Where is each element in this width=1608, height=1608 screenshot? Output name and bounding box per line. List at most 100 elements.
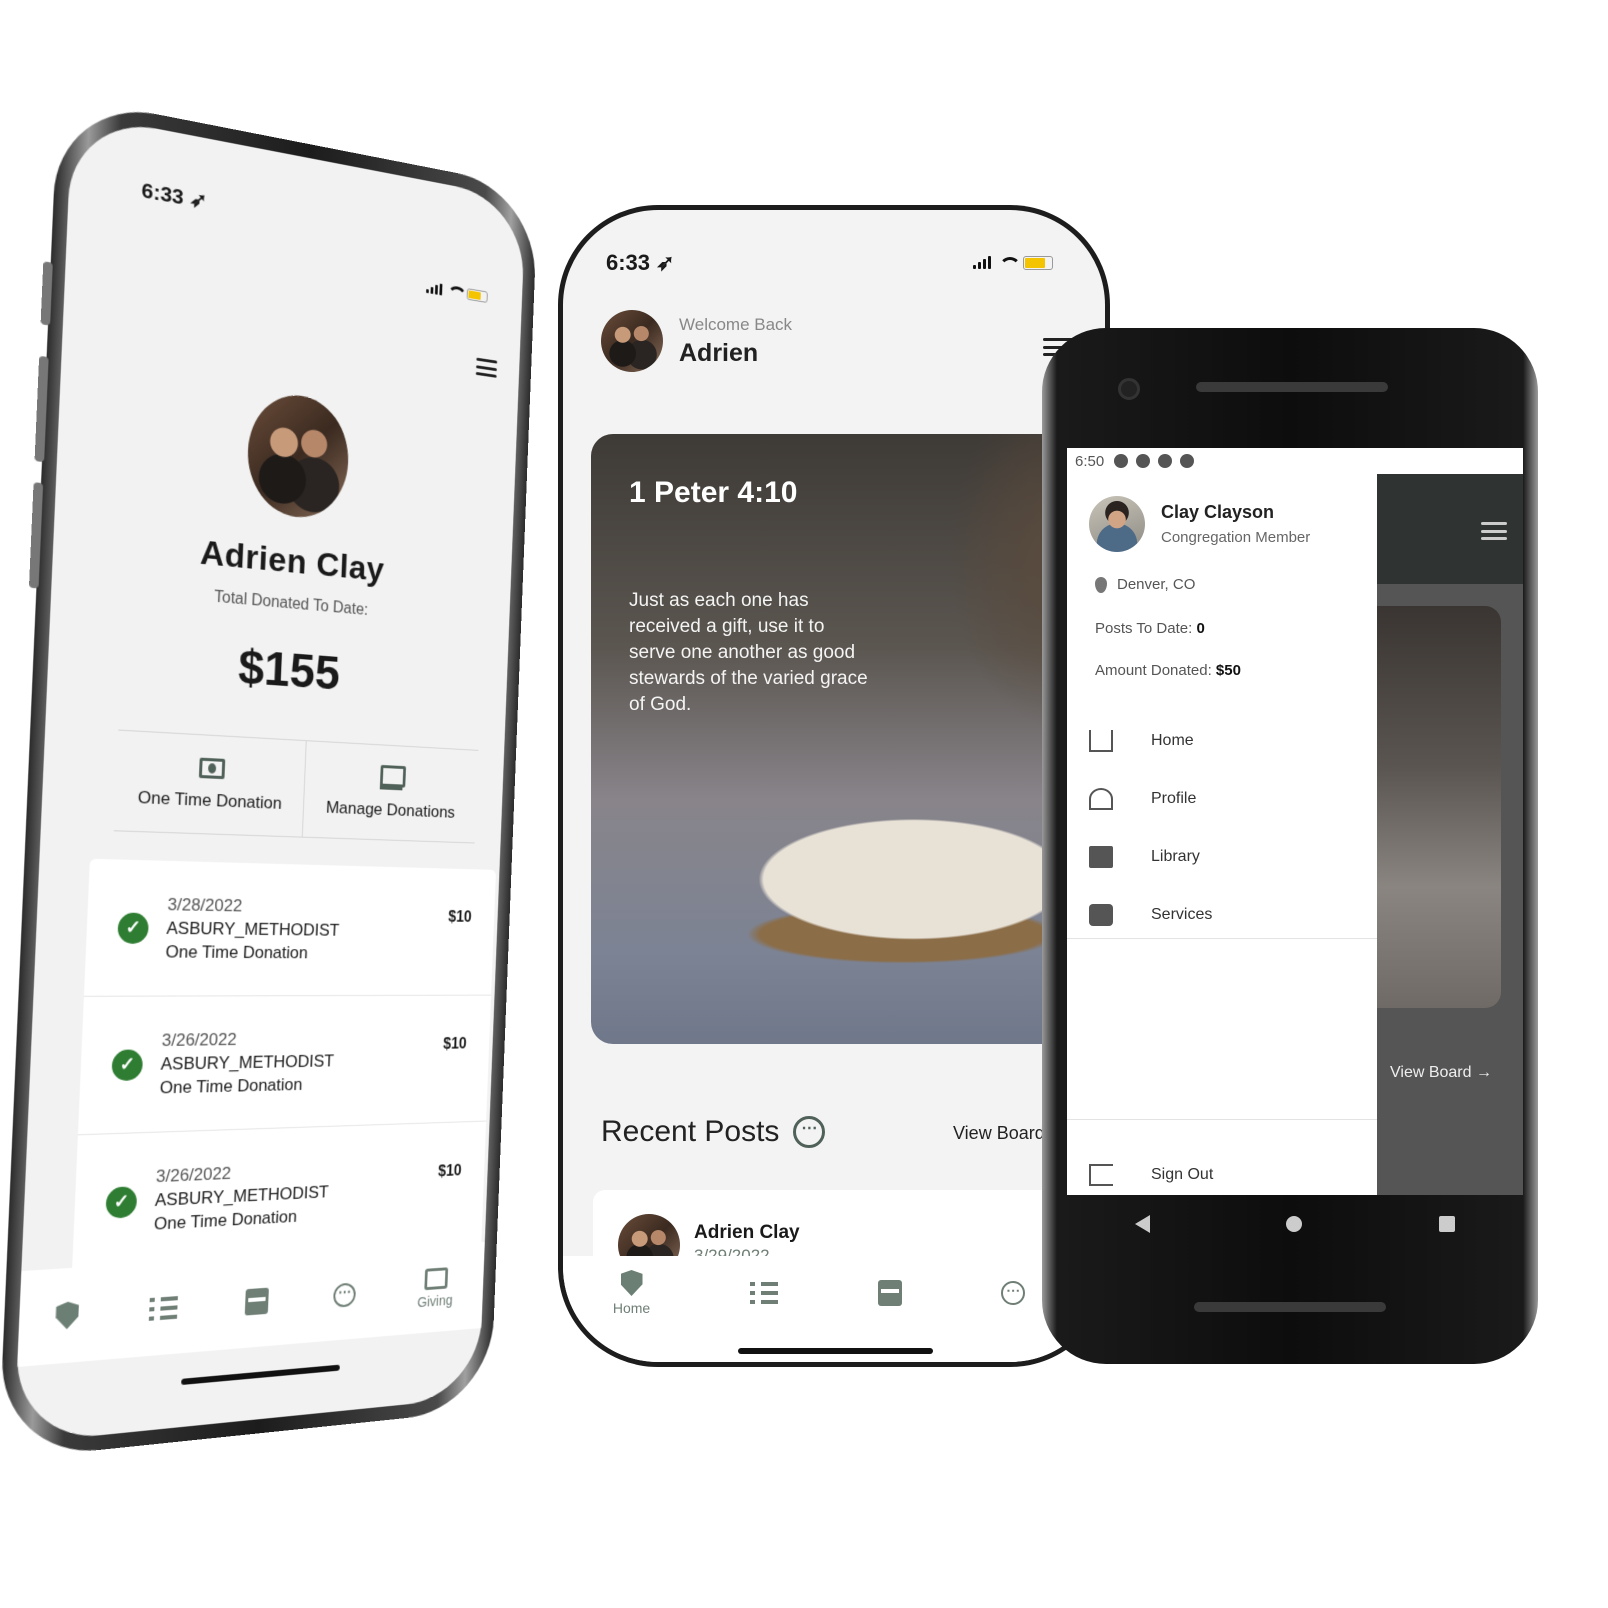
services-icon	[1089, 904, 1113, 926]
status-time: 6:33 ➶	[141, 178, 208, 215]
shield-cross-icon	[55, 1301, 79, 1330]
home-icon	[1089, 730, 1113, 752]
avatar[interactable]	[601, 310, 663, 372]
menu-item-label: Profile	[1151, 790, 1196, 808]
menu-item-home[interactable]: Home	[1067, 712, 1377, 770]
tab-bar-items: Home ⋯	[563, 1270, 1105, 1316]
donation-date: 3/28/2022	[167, 893, 341, 919]
check-icon: ✓	[111, 1049, 143, 1081]
donated-stat: Amount Donated: $50	[1095, 662, 1241, 679]
signal-icon	[973, 257, 991, 269]
status-icons	[426, 281, 488, 303]
tab-posts[interactable]: ⋯	[1001, 1281, 1025, 1305]
donation-church: ASBURY_METHODIST	[160, 1049, 334, 1075]
home-indicator[interactable]	[738, 1348, 933, 1354]
sign-out-section: Sign Out	[1067, 1146, 1377, 1195]
list-icon	[149, 1296, 178, 1321]
location-arrow-icon: ➶	[189, 187, 207, 213]
front-camera	[1118, 378, 1140, 400]
one-time-donation-button[interactable]: One Time Donation	[114, 731, 305, 837]
battery-icon	[467, 288, 488, 303]
avatar	[1089, 496, 1145, 552]
battery-icon	[1023, 256, 1053, 270]
screen: 6:33 ➶ Welcome Back Adrien 1 Peter 4:10 …	[563, 210, 1105, 1362]
tab-home[interactable]: Home	[613, 1270, 650, 1316]
donation-amount: $10	[443, 1036, 467, 1054]
giving-icon	[424, 1267, 448, 1290]
welcome-label: Welcome Back	[679, 315, 792, 335]
shield-cross-icon	[621, 1270, 643, 1296]
menu-item-label: Home	[1151, 732, 1194, 750]
tab-feed[interactable]	[149, 1296, 178, 1321]
status-time: 6:50	[1075, 453, 1104, 470]
home-button-icon[interactable]	[1286, 1216, 1302, 1232]
home-indicator[interactable]	[181, 1365, 340, 1385]
menu-icon[interactable]	[476, 358, 497, 378]
notification-icons	[1114, 454, 1194, 468]
tab-posts[interactable]: ⋯	[333, 1282, 356, 1307]
posts-value: 0	[1196, 620, 1204, 637]
earpiece	[1196, 382, 1388, 392]
screen: 6:50 View Board → Clay Clayson Congregat…	[1067, 448, 1523, 1195]
menu-item-library[interactable]: Library	[1067, 828, 1377, 886]
tab-giving-label: Giving	[417, 1292, 453, 1310]
tab-events[interactable]	[878, 1280, 902, 1306]
tab-giving[interactable]: Giving	[417, 1267, 454, 1310]
donation-amount: $10	[448, 909, 472, 927]
location-text: Denver, CO	[1117, 576, 1195, 593]
menu-item-profile[interactable]: Profile	[1067, 770, 1377, 828]
list-item[interactable]: ✓ 3/26/2022 ASBURY_METHODIST One Time Do…	[78, 996, 491, 1136]
tab-events[interactable]	[245, 1288, 269, 1316]
menu-item-services[interactable]: Services	[1067, 886, 1377, 944]
view-board-link: View Board →	[1390, 1064, 1492, 1082]
total-donated-amount: $155	[47, 624, 508, 712]
sign-out-label: Sign Out	[1151, 1166, 1213, 1184]
verse-reference: 1 Peter 4:10	[629, 476, 797, 510]
background-content: View Board →	[1377, 474, 1523, 1195]
donation-actions: One Time Donation Manage Donations	[114, 730, 478, 844]
menu-item-label: Library	[1151, 848, 1200, 866]
menu-item-label: Services	[1151, 906, 1212, 924]
posts-stat: Posts To Date: 0	[1095, 620, 1205, 637]
menu-icon	[1481, 522, 1507, 540]
chat-icon: ⋯	[1001, 1281, 1025, 1305]
one-time-donation-label: One Time Donation	[137, 788, 282, 814]
cash-icon	[199, 758, 225, 780]
user-role: Congregation Member	[1161, 529, 1310, 546]
back-icon[interactable]	[1135, 1215, 1150, 1233]
drawer-header: Clay Clayson Congregation Member	[1089, 496, 1310, 552]
manage-donations-button[interactable]: Manage Donations	[301, 741, 478, 842]
status-time: 6:33 ➶	[606, 250, 675, 276]
library-icon	[1089, 846, 1113, 868]
user-name: Clay Clayson	[1161, 502, 1310, 523]
phone-home: 6:33 ➶ Welcome Back Adrien 1 Peter 4:10 …	[558, 205, 1110, 1367]
view-board-link[interactable]: View Board	[953, 1123, 1045, 1144]
drawer-menu: Home Profile Library Services	[1067, 712, 1377, 944]
signal-icon	[426, 281, 442, 295]
divider	[1067, 938, 1377, 939]
donation-date: 3/26/2022	[161, 1027, 335, 1052]
android-nav-bar	[1067, 1195, 1523, 1253]
recents-icon[interactable]	[1439, 1216, 1455, 1232]
tab-home[interactable]	[55, 1301, 79, 1330]
list-item[interactable]: ✓ 3/28/2022 ASBURY_METHODIST One Time Do…	[84, 859, 496, 997]
user-location: Denver, CO	[1095, 576, 1195, 593]
bottom-speaker	[1194, 1302, 1386, 1312]
wifi-icon	[447, 285, 461, 299]
verse-card[interactable]: 1 Peter 4:10 Just as each one has receiv…	[591, 434, 1105, 1044]
sign-out-icon	[1089, 1164, 1113, 1186]
tab-feed[interactable]	[750, 1282, 778, 1304]
donation-type: One Time Donation	[159, 1072, 333, 1099]
chat-icon: ⋯	[333, 1282, 356, 1307]
sign-out-button[interactable]: Sign Out	[1067, 1146, 1377, 1195]
chat-icon: ⋯	[793, 1116, 825, 1148]
profile-summary: Adrien Clay Total Donated To Date: $155	[47, 363, 517, 712]
location-arrow-icon: ➶	[656, 250, 674, 275]
recent-posts-header: Recent Posts ⋯	[601, 1115, 825, 1149]
donation-type: One Time Donation	[165, 940, 339, 964]
calendar-icon	[878, 1280, 902, 1306]
verse-card	[1377, 606, 1501, 1008]
donation-list: ✓ 3/28/2022 ASBURY_METHODIST One Time Do…	[72, 859, 496, 1274]
status-icons	[973, 256, 1053, 270]
cash-stack-icon	[380, 765, 406, 790]
